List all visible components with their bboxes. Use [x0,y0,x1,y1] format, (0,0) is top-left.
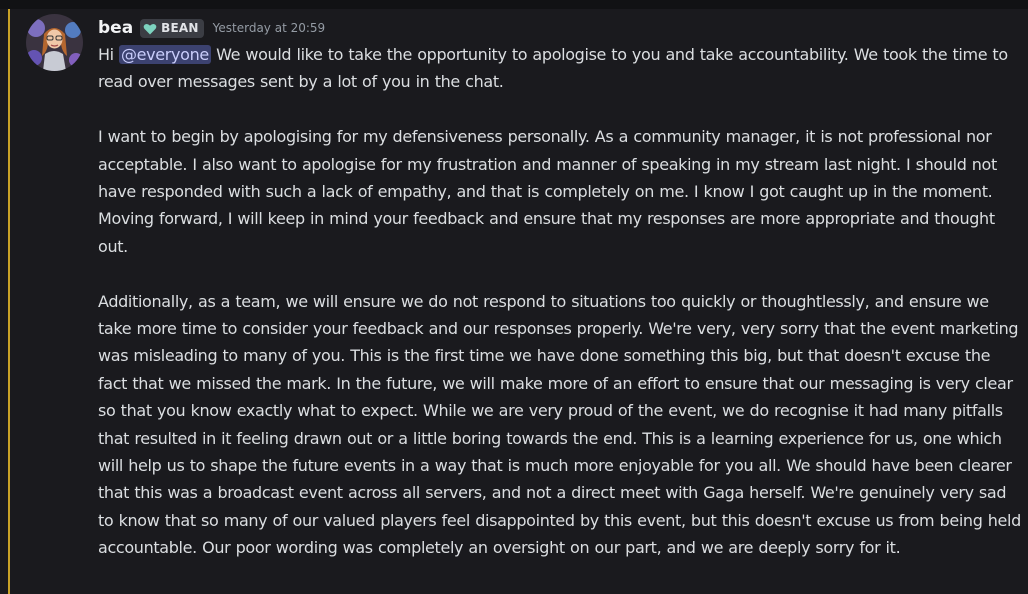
message-content: Hi @everyone We would like to take the o… [98,41,1023,562]
top-divider [0,0,1028,9]
paragraph-1: Hi @everyone We would like to take the o… [98,41,1023,96]
chat-message: bea BEAN Yesterday at 20:59 Hi @everyone… [0,9,1028,594]
timestamp[interactable]: Yesterday at 20:59 [213,15,326,41]
username[interactable]: bea [98,15,133,41]
role-tag[interactable]: BEAN [140,18,204,38]
paragraph-3: Additionally, as a team, we will ensure … [98,291,1021,558]
paragraph-1-text: We would like to take the opportunity to… [98,45,1008,92]
heart-icon [143,21,157,35]
everyone-mention[interactable]: @everyone [119,45,211,64]
avatar[interactable] [26,14,83,71]
mention-highlight-bar [8,9,10,594]
message-header: bea BEAN Yesterday at 20:59 [98,15,325,41]
role-tag-label: BEAN [161,20,199,35]
paragraph-2: I want to begin by apologising for my de… [98,127,997,256]
greeting: Hi [98,45,114,64]
